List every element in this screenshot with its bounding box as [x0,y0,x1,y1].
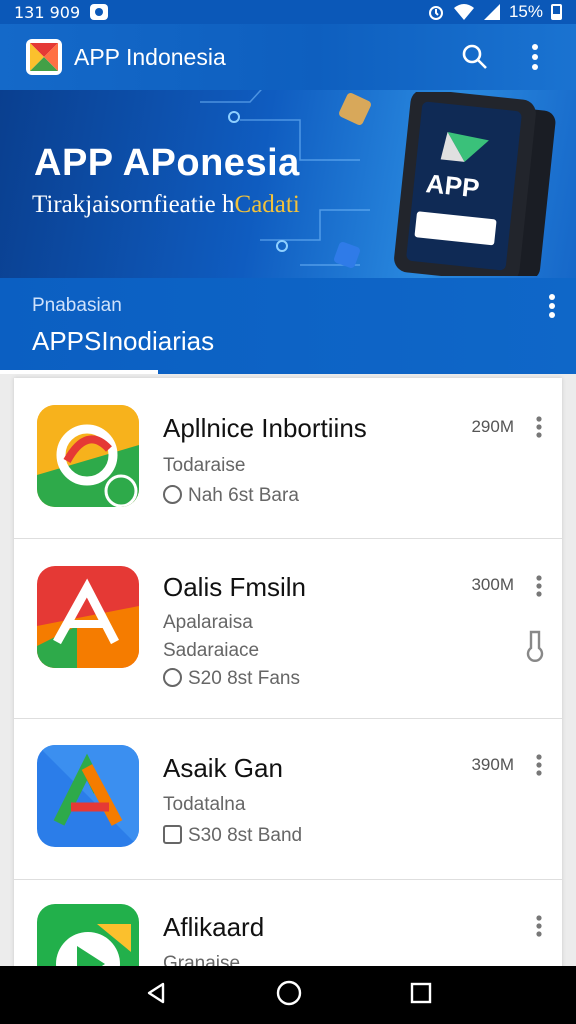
app-detail: Nah 6st Bara [163,485,299,507]
search-icon[interactable] [460,42,490,72]
app-logo[interactable] [26,39,62,75]
promo-banner[interactable]: APP APonesia Tirakjaisornfieatie hCadati… [0,90,576,278]
home-icon[interactable] [276,980,302,1011]
phone-illustration: APP [394,92,556,276]
app-detail: S20 8st Fans [163,668,300,690]
battery-icon [551,4,562,20]
list-item[interactable]: Asaik Gan Todatalna S30 8st Band 390M [14,719,562,880]
app-title: APP Indonesia [74,43,226,70]
status-bar: 131 909 15% [0,0,576,24]
app-name: Asaik Gan [163,753,283,783]
section-title[interactable]: APPSInodiarias [32,326,214,357]
banner-title: APP APonesia [34,142,300,184]
app-subcategory: Sadaraiace [163,640,260,661]
app-detail-text: S30 8st Band [188,825,303,846]
item-more-icon[interactable] [536,754,542,781]
info-icon [163,825,182,844]
item-more-icon[interactable] [536,915,542,942]
item-more-icon[interactable] [536,416,542,443]
banner-subtitle: Tirakjaisornfieatie hCadati [32,191,300,219]
app-category: Apalaraisa [163,612,253,633]
app-size: 290M [471,417,514,436]
app-size: 390M [471,755,514,774]
screen: 131 909 15% APP Indonesia APP APonesia T… [0,0,576,1024]
back-icon[interactable] [144,981,168,1010]
phone-screen-label: APP [425,168,481,203]
section-more-icon[interactable] [548,294,556,323]
app-detail-text: S20 8st Fans [188,668,300,689]
notification-icon [90,4,109,20]
app-icon [37,405,139,507]
list-item[interactable]: Aflikaard Granaise [14,880,562,978]
banner-subtitle-accent: Cadati [234,191,300,218]
app-bar-actions [460,42,550,72]
section-label: Pnabasian [32,295,122,316]
app-icon [37,745,139,847]
app-category: Todaraise [163,455,246,476]
app-name: Aflikaard [163,912,265,942]
app-detail-text: Nah 6st Bara [188,485,299,506]
alarm-icon [428,6,443,20]
app-bar: APP Indonesia [0,24,576,90]
system-nav-bar [0,966,576,1024]
status-icons: 15% [427,2,562,22]
list-item[interactable]: Oalis Fmsiln Apalaraisa Sadaraiace S20 8… [14,539,562,719]
app-icon [37,566,139,668]
app-name: Apllnice Inbortiins [163,413,367,443]
more-vert-icon[interactable] [520,42,550,72]
app-detail: S30 8st Band [163,825,302,847]
app-size: 300M [471,575,514,594]
info-icon [163,668,182,687]
item-more-icon[interactable] [536,575,542,602]
battery-percent: 15% [508,2,543,21]
app-category: Todatalna [163,794,246,815]
signal-icon [483,4,500,20]
install-icon[interactable] [522,630,548,667]
section-header: Pnabasian APPSInodiarias [0,278,576,374]
app-name: Oalis Fmsiln [163,572,307,602]
recents-icon[interactable] [410,982,432,1009]
tab-indicator [0,370,158,374]
info-icon [163,485,182,504]
status-time: 131 909 [14,2,81,22]
app-list: Apllnice Inbortiins Todaraise Nah 6st Ba… [14,378,562,978]
list-item[interactable]: Apllnice Inbortiins Todaraise Nah 6st Ba… [14,378,562,539]
banner-subtitle-main: Tirakjaisornfieatie h [32,191,235,218]
wifi-icon [453,4,474,20]
